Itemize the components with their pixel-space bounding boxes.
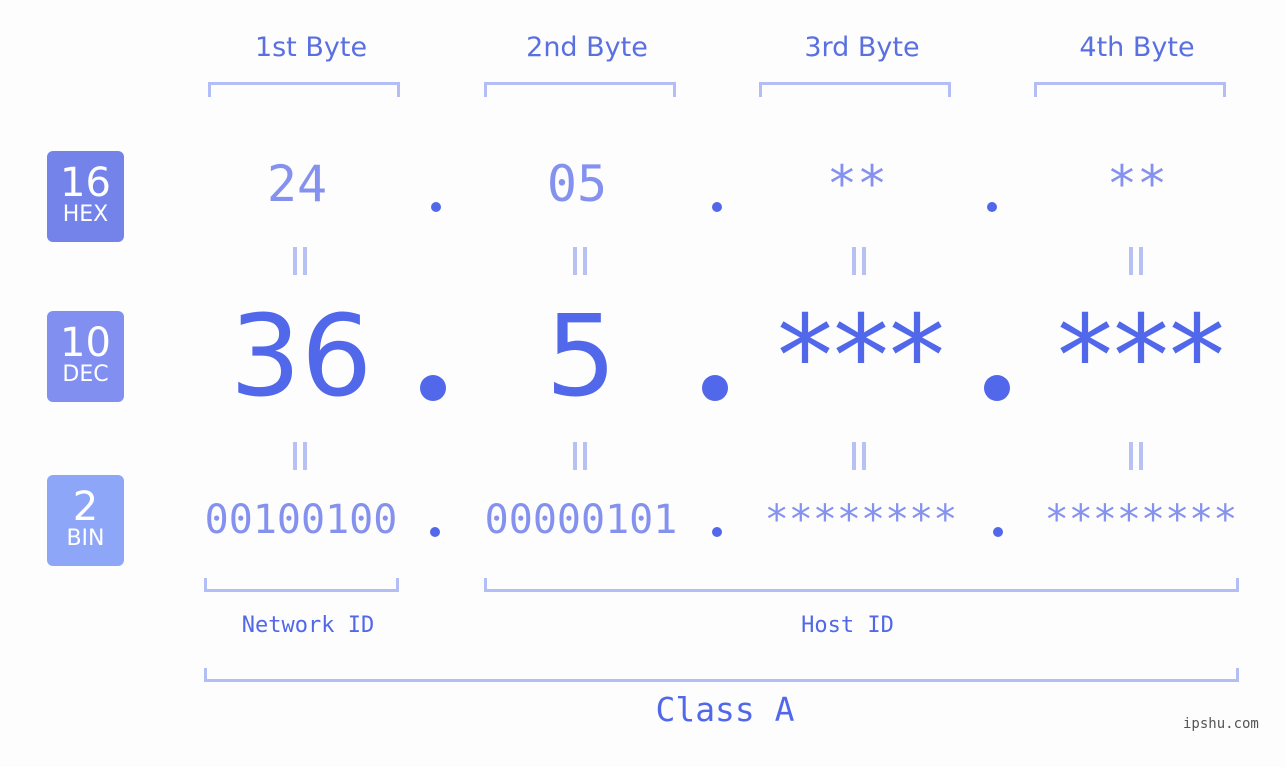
- equals-icon: [1127, 247, 1145, 275]
- bin-badge-number: 2: [72, 484, 99, 530]
- network-id-label: Network ID: [241, 613, 375, 638]
- hex-badge-label: HEX: [62, 202, 109, 227]
- equals-icon: [291, 442, 309, 470]
- byte-bracket-1: [208, 82, 400, 97]
- dec-octet-3: ***: [777, 292, 945, 422]
- byte-bracket-2: [484, 82, 676, 97]
- bin-separator-dot: [993, 527, 1003, 537]
- bin-separator-dot: [430, 527, 440, 537]
- hex-octet-2: 05: [546, 155, 608, 213]
- byte-header-4: 4th Byte: [1079, 32, 1195, 63]
- host-id-label: Host ID: [801, 613, 894, 638]
- equals-icon: [291, 247, 309, 275]
- network-id-bracket: [204, 578, 399, 592]
- class-label: Class A: [655, 690, 795, 729]
- dec-separator-dot: [984, 375, 1010, 401]
- hex-separator-dot: [712, 202, 722, 212]
- hex-octet-3: **: [826, 155, 888, 213]
- bin-badge: 2 BIN: [47, 475, 124, 566]
- host-id-bracket: [484, 578, 1239, 592]
- byte-bracket-4: [1034, 82, 1226, 97]
- bin-octet-2: 00000101: [484, 497, 678, 543]
- dec-separator-dot: [420, 375, 446, 401]
- byte-header-2: 2nd Byte: [526, 32, 648, 63]
- byte-header-3: 3rd Byte: [804, 32, 920, 63]
- bin-octet-3: ********: [764, 497, 958, 543]
- equals-icon: [850, 247, 868, 275]
- equals-icon: [571, 247, 589, 275]
- dec-badge-number: 10: [60, 320, 111, 366]
- bin-separator-dot: [712, 527, 722, 537]
- dec-octet-1: 36: [229, 292, 373, 422]
- dec-separator-dot: [702, 375, 728, 401]
- equals-icon: [571, 442, 589, 470]
- watermark: ipshu.com: [1183, 716, 1259, 732]
- bin-octet-4: ********: [1044, 497, 1238, 543]
- hex-octet-1: 24: [266, 155, 328, 213]
- hex-separator-dot: [431, 202, 441, 212]
- class-bracket: [204, 668, 1239, 682]
- dec-badge: 10 DEC: [47, 311, 124, 402]
- byte-bracket-3: [759, 82, 951, 97]
- dec-octet-2: 5: [545, 292, 617, 422]
- bin-badge-label: BIN: [66, 526, 105, 551]
- equals-icon: [850, 442, 868, 470]
- hex-badge: 16 HEX: [47, 151, 124, 242]
- hex-separator-dot: [987, 202, 997, 212]
- byte-header-1: 1st Byte: [254, 32, 368, 63]
- equals-icon: [1127, 442, 1145, 470]
- hex-badge-number: 16: [60, 160, 111, 206]
- hex-octet-4: **: [1106, 155, 1168, 213]
- bin-octet-1: 00100100: [204, 497, 398, 543]
- dec-badge-label: DEC: [62, 362, 109, 387]
- dec-octet-4: ***: [1057, 292, 1225, 422]
